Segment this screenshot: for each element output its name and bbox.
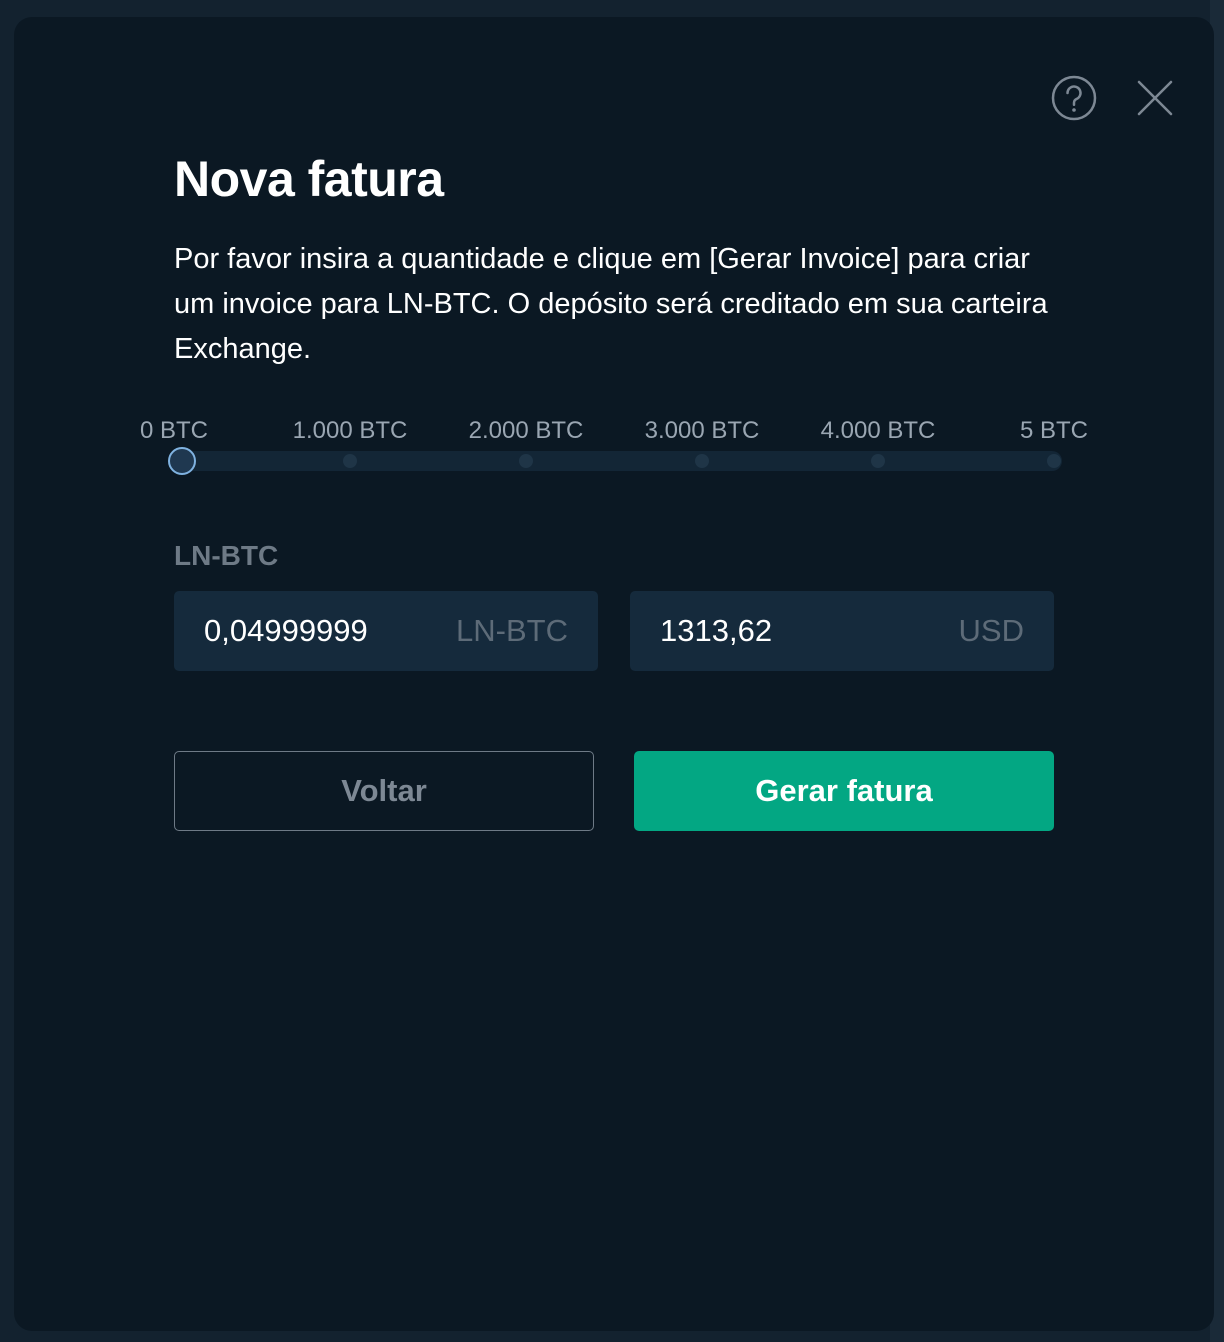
- slider-tick-label: 2.000 BTC: [468, 417, 584, 444]
- slider-tick-label: 5 BTC: [1019, 417, 1089, 444]
- slider-tick-label: 1.000 BTC: [292, 417, 408, 444]
- slider-step-dot[interactable]: [343, 454, 357, 468]
- usd-amount-unit: USD: [958, 613, 1024, 648]
- modal-description: Por favor insira a quantidade e clique e…: [174, 243, 1048, 365]
- amount-slider[interactable]: 0 BTC 1.000 BTC 2.000 BTC 3.000 BTC 4.00…: [14, 417, 1214, 497]
- btc-amount-input[interactable]: 0,04999999 LN-BTC: [174, 591, 598, 671]
- new-invoice-modal: Nova fatura Por favor insira a quantidad…: [14, 17, 1214, 1331]
- close-button[interactable]: [1128, 71, 1182, 125]
- generate-invoice-button[interactable]: Gerar fatura: [634, 751, 1054, 831]
- slider-step-dot[interactable]: [695, 454, 709, 468]
- usd-amount-input[interactable]: 1313,62 USD: [630, 591, 1054, 671]
- close-x-icon: [1137, 80, 1173, 116]
- slider-step-dot[interactable]: [519, 454, 533, 468]
- currency-field-label: LN-BTC: [174, 540, 279, 571]
- slider-tick-label: 3.000 BTC: [644, 417, 760, 444]
- back-button[interactable]: Voltar: [174, 751, 594, 831]
- modal-title: Nova fatura: [174, 151, 444, 207]
- slider-tick-label: 4.000 BTC: [820, 417, 936, 444]
- slider-handle[interactable]: [168, 447, 196, 475]
- slider-step-dot[interactable]: [871, 454, 885, 468]
- slider-step-dot[interactable]: [1047, 454, 1061, 468]
- slider-track[interactable]: [172, 451, 1062, 471]
- btc-amount-unit: LN-BTC: [456, 613, 568, 648]
- btc-amount-value[interactable]: 0,04999999: [204, 613, 368, 649]
- question-circle-icon: [1051, 75, 1097, 121]
- slider-tick-label: 0 BTC: [139, 417, 209, 444]
- help-button[interactable]: [1047, 71, 1101, 125]
- usd-amount-value[interactable]: 1313,62: [660, 613, 772, 649]
